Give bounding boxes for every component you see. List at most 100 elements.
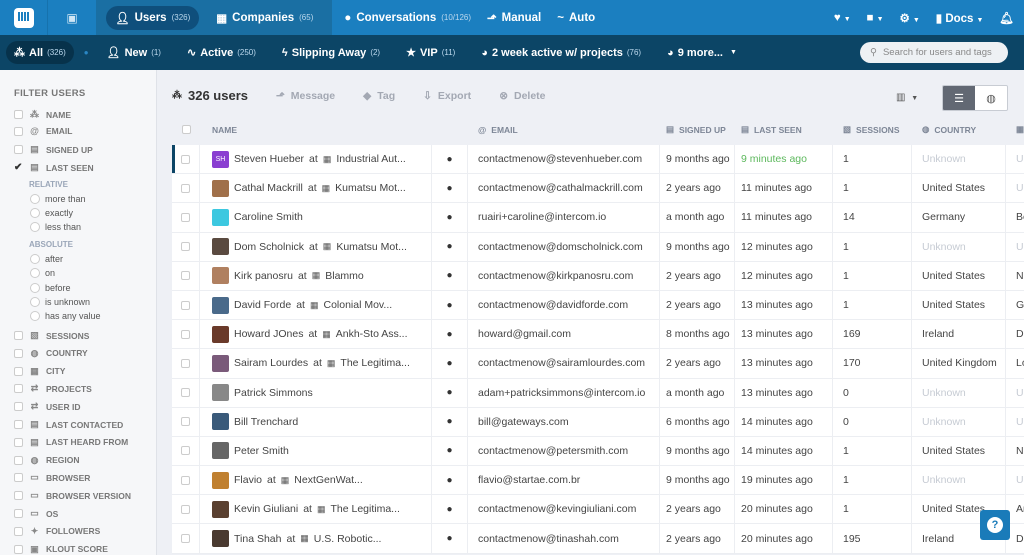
company-name[interactable]: The Legitima... [330,503,399,515]
table-row[interactable]: Howard JOnes at ▦ Ankh-Sto Ass... ● howard@… [172,320,1024,350]
row-checkbox[interactable] [181,446,190,456]
table-row[interactable]: Flavio at ▦ NextGenWat... ● flavio@startae.… [172,466,1024,496]
segment-2-week-active[interactable]: ◕ 2 week active w/ projects (76) [473,42,649,64]
column-signed-up[interactable]: ▤ SIGNED UP [660,116,735,143]
bell-icon[interactable]: 🔔︎ [999,11,1014,25]
column-name[interactable]: NAME [200,116,432,143]
row-checkbox[interactable] [181,504,190,514]
intercom-logo[interactable] [0,0,48,35]
row-checkbox[interactable] [181,417,190,427]
chat-icon[interactable]: ● [446,241,452,252]
filter-checkbox[interactable] [14,509,23,518]
book-icon[interactable]: ▣ [48,0,96,35]
delete-button[interactable]: ⊗ Delete [499,90,545,102]
user-name[interactable]: Dom Scholnick [234,241,304,253]
row-checkbox[interactable] [181,475,190,485]
user-name[interactable]: Sairam Lourdes [234,357,308,369]
filter-checkbox[interactable] [14,145,23,154]
chat-icon[interactable]: ● [446,416,452,427]
filter-checkbox[interactable] [14,473,23,483]
user-name[interactable]: David Forde [234,299,291,311]
chat-icon[interactable]: ● [446,212,452,223]
tag-button[interactable]: ◆ Tag [363,90,395,102]
filter-name[interactable]: ⁂ NAME [14,109,71,120]
absolute-option[interactable]: before [30,282,71,293]
filter-checkbox[interactable] [14,526,23,536]
absolute-option[interactable]: has any value [30,311,101,322]
export-button[interactable]: ⇩ Export [423,90,471,102]
relative-option[interactable]: exactly [30,208,73,218]
chat-icon[interactable]: ● [446,270,452,281]
user-name[interactable]: Steven Hueber [234,153,304,165]
absolute-option[interactable]: is unknown [30,296,90,307]
tab-conversations[interactable]: ● Conversations (10/126) [338,6,477,30]
user-name[interactable]: Kevin Giuliani [234,503,298,515]
select-all-checkbox[interactable] [181,125,191,134]
row-checkbox[interactable] [181,300,190,310]
radio-button[interactable] [30,311,40,322]
row-checkbox[interactable] [181,212,190,222]
tab-users[interactable]: 👤︎ Users (326) [106,5,200,30]
chat-icon[interactable]: ● [446,475,452,486]
tab-auto[interactable]: ~ Auto [551,6,601,30]
user-name[interactable]: Peter Smith [234,445,289,457]
company-name[interactable]: Kumatsu Mot... [336,241,407,253]
user-name[interactable]: Bill Trenchard [234,416,298,428]
filter-os[interactable]: ▭ OS [14,508,58,519]
chat-icon[interactable]: ● [446,300,452,311]
chat-icon[interactable]: ● [446,504,452,515]
company-name[interactable]: Colonial Mov... [323,299,392,311]
absolute-option[interactable]: after [30,254,63,264]
filter-sessions[interactable]: ▧ SESSIONS [14,330,89,341]
company-name[interactable]: Kumatsu Mot... [335,182,406,194]
filter-country[interactable]: ◍ COUNTRY [14,348,88,359]
filter-checkbox[interactable] [14,331,23,340]
heart-menu[interactable]: ♥ ▼ [834,12,851,24]
filter-region[interactable]: ◍ REGION [14,455,80,466]
row-checkbox[interactable] [181,154,190,164]
chat-icon[interactable]: ● [446,445,452,456]
absolute-option[interactable]: on [30,268,55,279]
filter-last-contacted[interactable]: ▤ LAST CONTACTED [14,419,123,430]
column-email[interactable]: @ EMAIL [468,116,660,143]
radio-button[interactable] [30,194,40,204]
apps-menu[interactable]: ■ ▼ [867,12,884,24]
segment-slipping-away[interactable]: ϟ Slipping Away (2) [274,42,388,64]
table-row[interactable]: Kevin Giuliani at ▦ The Legitima... ● conta… [172,495,1024,525]
filter-klout-score[interactable]: ▣ KLOUT SCORE [14,544,108,555]
filter-checkbox[interactable] [14,437,23,447]
table-row[interactable]: David Forde at ▦ Colonial Mov... ● contactm… [172,290,1024,321]
user-name[interactable]: Tina Shah [234,533,281,545]
radio-button[interactable] [30,282,40,293]
company-name[interactable]: Blammo [325,270,364,282]
chat-icon[interactable]: ● [446,329,452,340]
company-name[interactable]: Ankh-Sto Ass... [336,328,408,340]
company-name[interactable]: Industrial Aut... [336,153,405,165]
radio-button[interactable] [30,268,40,279]
row-checkbox[interactable] [181,271,190,281]
filter-checkbox[interactable] [14,455,23,465]
filter-checkbox[interactable] [14,126,23,136]
user-name[interactable]: Patrick Simmons [234,387,313,399]
row-checkbox[interactable] [181,358,190,368]
filter-email[interactable]: @ EMAIL [14,126,72,136]
row-checkbox[interactable] [181,183,190,193]
relative-option[interactable]: more than [30,194,86,204]
filter-browser-version[interactable]: ▭ BROWSER VERSION [14,490,131,501]
user-name[interactable]: Caroline Smith [234,211,303,223]
segment-active[interactable]: ∿ Active (250) [179,41,264,64]
column-selector[interactable]: ▥ ▼ [896,92,918,103]
user-name[interactable]: Flavio [234,474,262,486]
filter-signed-up[interactable]: ▤ SIGNED UP [14,144,93,155]
segment-new[interactable]: 👤︎ New (1) [99,41,169,64]
search-input[interactable]: ⚲ Search for users and tags [860,42,1008,63]
table-row[interactable]: SH Steven Hueber at ▦ Industrial Aut... ● co… [172,145,1024,175]
filter-checkbox[interactable] [14,544,23,554]
row-checkbox[interactable] [181,242,190,252]
filter-checkbox[interactable] [14,491,23,501]
chat-icon[interactable]: ● [446,533,452,544]
chat-icon[interactable]: ● [446,183,452,194]
filter-followers[interactable]: ✦ FOLLOWERS [14,526,100,537]
column-last-seen[interactable]: ▤ LAST SEEN [735,116,833,143]
column-sessions[interactable]: ▧ SESSIONS [833,116,912,143]
